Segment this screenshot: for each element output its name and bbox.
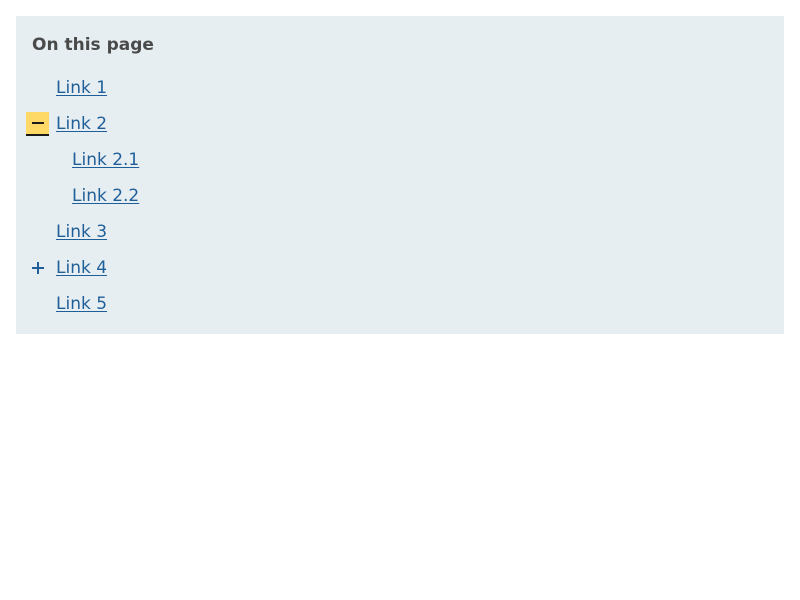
toc-item-link-2: Link 2 — [16, 112, 176, 136]
toc-link-5[interactable]: Link 5 — [56, 293, 107, 315]
toc-item-link-1: Link 1 — [56, 76, 107, 100]
table-of-contents: On this page Link 1 Link 2 Link 2.1 Link… — [16, 16, 784, 334]
toc-item-link-5: Link 5 — [56, 292, 107, 316]
toc-link-1[interactable]: Link 1 — [56, 77, 107, 99]
minus-icon — [31, 117, 44, 129]
plus-icon — [31, 262, 44, 274]
expand-toggle-button[interactable] — [26, 256, 49, 280]
toc-item-link-2-2: Link 2.2 — [72, 184, 139, 208]
collapse-toggle-button[interactable] — [26, 112, 49, 136]
toc-link-4[interactable]: Link 4 — [56, 257, 107, 279]
toc-item-link-3: Link 3 — [56, 220, 107, 244]
toc-link-2[interactable]: Link 2 — [56, 113, 107, 135]
toc-link-2-2[interactable]: Link 2.2 — [72, 185, 139, 207]
toc-link-3[interactable]: Link 3 — [56, 221, 107, 243]
toc-item-link-4: Link 4 — [16, 256, 176, 280]
toc-item-link-2-1: Link 2.1 — [72, 148, 139, 172]
toc-title: On this page — [32, 35, 154, 55]
toc-link-2-1[interactable]: Link 2.1 — [72, 149, 139, 171]
